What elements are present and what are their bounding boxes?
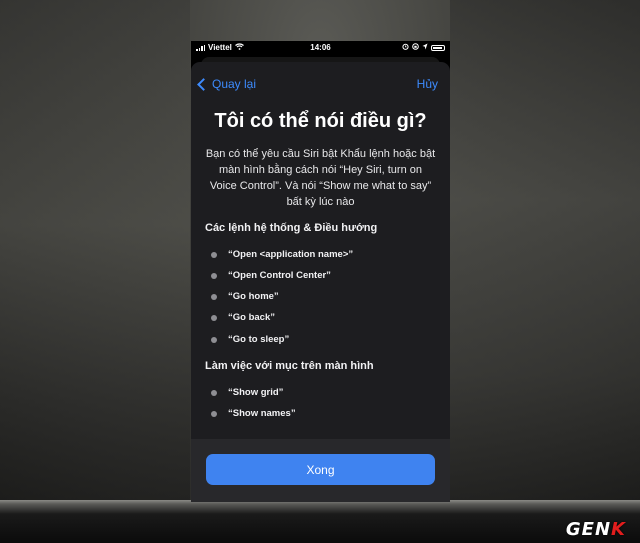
command-item: “Show names” — [211, 408, 296, 419]
bullet-icon — [211, 314, 217, 321]
command-label: “Show grid” — [228, 387, 284, 398]
navigation-bar: Quay lại Hủy — [191, 62, 450, 106]
background-sea — [0, 500, 640, 543]
genk-logo: GENK — [566, 519, 626, 540]
command-item: “Open <application name>” — [211, 249, 353, 260]
page-title: Tôi có thể nói điều gì? — [214, 110, 427, 132]
logo-suffix: K — [611, 519, 626, 540]
background-clouds-left — [0, 0, 190, 500]
bullet-icon — [211, 251, 217, 258]
sheet-footer: Xong — [191, 439, 450, 502]
command-label: “Open Control Center” — [228, 270, 331, 281]
command-label: “Go back” — [228, 312, 275, 323]
command-item: “Show grid” — [211, 387, 283, 398]
phone-screen: Viettel 14:06 Quay lại Hủy Tôi có thể nó… — [191, 41, 450, 502]
location-icon — [422, 43, 428, 52]
logo-prefix: GEN — [565, 519, 612, 540]
back-button[interactable]: Quay lại — [197, 77, 257, 91]
chevron-left-icon — [197, 77, 210, 91]
section-heading-system: Các lệnh hệ thống & Điều hướng — [205, 222, 378, 234]
command-item: “Open Control Center” — [211, 270, 331, 281]
status-bar: Viettel 14:06 — [191, 41, 450, 54]
done-button[interactable]: Xong — [206, 454, 435, 485]
command-label: “Go home” — [228, 291, 279, 302]
status-right — [402, 43, 445, 52]
command-label: “Open <application name>” — [228, 249, 354, 260]
command-label: “Go to sleep” — [228, 334, 290, 345]
battery-icon — [431, 44, 445, 51]
back-button-label: Quay lại — [212, 77, 257, 91]
bullet-icon — [211, 336, 217, 343]
bullet-icon — [211, 272, 217, 279]
command-item: “Go to sleep” — [211, 334, 289, 345]
command-item: “Go home” — [211, 291, 279, 302]
bullet-icon — [211, 410, 217, 417]
background-clouds-right — [450, 0, 640, 500]
section-heading-screen-items: Làm việc với mục trên màn hình — [205, 360, 374, 372]
orientation-lock-icon — [412, 43, 419, 52]
voice-control-sheet: Quay lại Hủy Tôi có thể nói điều gì? Bạn… — [191, 62, 450, 502]
bullet-icon — [211, 293, 217, 300]
command-label: “Show names” — [228, 408, 296, 419]
bullet-icon — [211, 389, 217, 396]
alarm-icon — [402, 43, 409, 52]
cancel-button[interactable]: Hủy — [417, 77, 438, 91]
description-text: Bạn có thể yêu cầu Siri bật Khẩu lệnh ho… — [205, 148, 436, 208]
command-item: “Go back” — [211, 312, 275, 323]
